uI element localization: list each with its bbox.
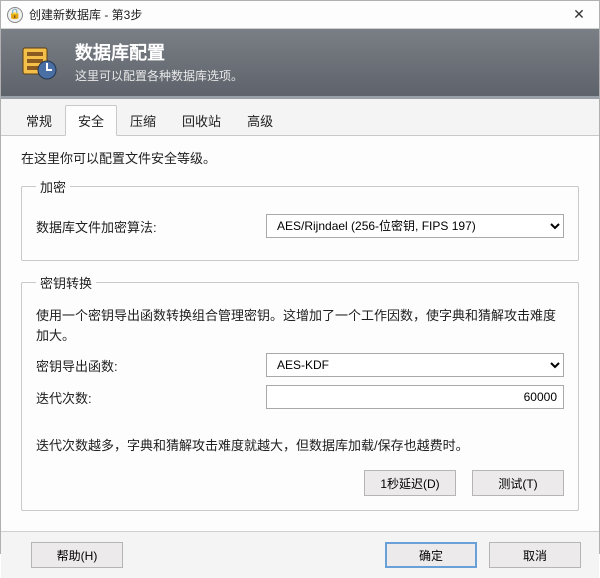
tab-recycle-bin[interactable]: 回收站: [169, 105, 234, 135]
tab-compression[interactable]: 压缩: [117, 105, 169, 135]
one-second-delay-button[interactable]: 1秒延迟(D): [364, 470, 456, 496]
dialog-footer: 帮助(H) 确定 取消: [1, 531, 599, 578]
kdf-hint: 迭代次数越多，字典和猜解攻击难度就越大，但数据库加载/保存也越费时。: [36, 435, 564, 454]
help-button[interactable]: 帮助(H): [31, 542, 123, 568]
window-title: 创建新数据库 - 第3步: [29, 6, 559, 23]
database-config-icon: [17, 40, 61, 84]
security-intro: 在这里你可以配置文件安全等级。: [21, 148, 579, 167]
kdf-legend: 密钥转换: [36, 273, 96, 292]
lock-icon: 🔒: [7, 7, 23, 23]
encryption-legend: 加密: [36, 177, 70, 196]
tab-bar: 常规 安全 压缩 回收站 高级: [1, 99, 599, 136]
kdf-fn-select[interactable]: AES-KDF: [266, 353, 564, 377]
tab-content-security: 在这里你可以配置文件安全等级。 加密 数据库文件加密算法: AES/Rijnda…: [1, 136, 599, 531]
kdf-iter-input[interactable]: [266, 385, 564, 409]
tab-general[interactable]: 常规: [13, 105, 65, 135]
kdf-fn-label: 密钥导出函数:: [36, 356, 266, 375]
close-button[interactable]: ✕: [559, 1, 599, 29]
kdf-group: 密钥转换 使用一个密钥导出函数转换组合管理密钥。这增加了一个工作因数，使字典和猜…: [21, 273, 579, 511]
tab-security[interactable]: 安全: [65, 105, 117, 136]
wizard-header: 数据库配置 这里可以配置各种数据库选项。: [1, 29, 599, 99]
header-subtitle: 这里可以配置各种数据库选项。: [75, 67, 243, 84]
test-button[interactable]: 测试(T): [472, 470, 564, 496]
header-title: 数据库配置: [75, 39, 243, 65]
encryption-algo-select[interactable]: AES/Rijndael (256-位密钥, FIPS 197): [266, 214, 564, 238]
encryption-algo-label: 数据库文件加密算法:: [36, 217, 266, 236]
tab-advanced[interactable]: 高级: [234, 105, 286, 135]
kdf-iter-label: 迭代次数:: [36, 388, 266, 407]
titlebar: 🔒 创建新数据库 - 第3步 ✕: [1, 1, 599, 29]
kdf-description: 使用一个密钥导出函数转换组合管理密钥。这增加了一个工作因数，使字典和猜解攻击难度…: [36, 306, 564, 345]
ok-button[interactable]: 确定: [385, 542, 477, 568]
cancel-button[interactable]: 取消: [489, 542, 581, 568]
encryption-group: 加密 数据库文件加密算法: AES/Rijndael (256-位密钥, FIP…: [21, 177, 579, 261]
